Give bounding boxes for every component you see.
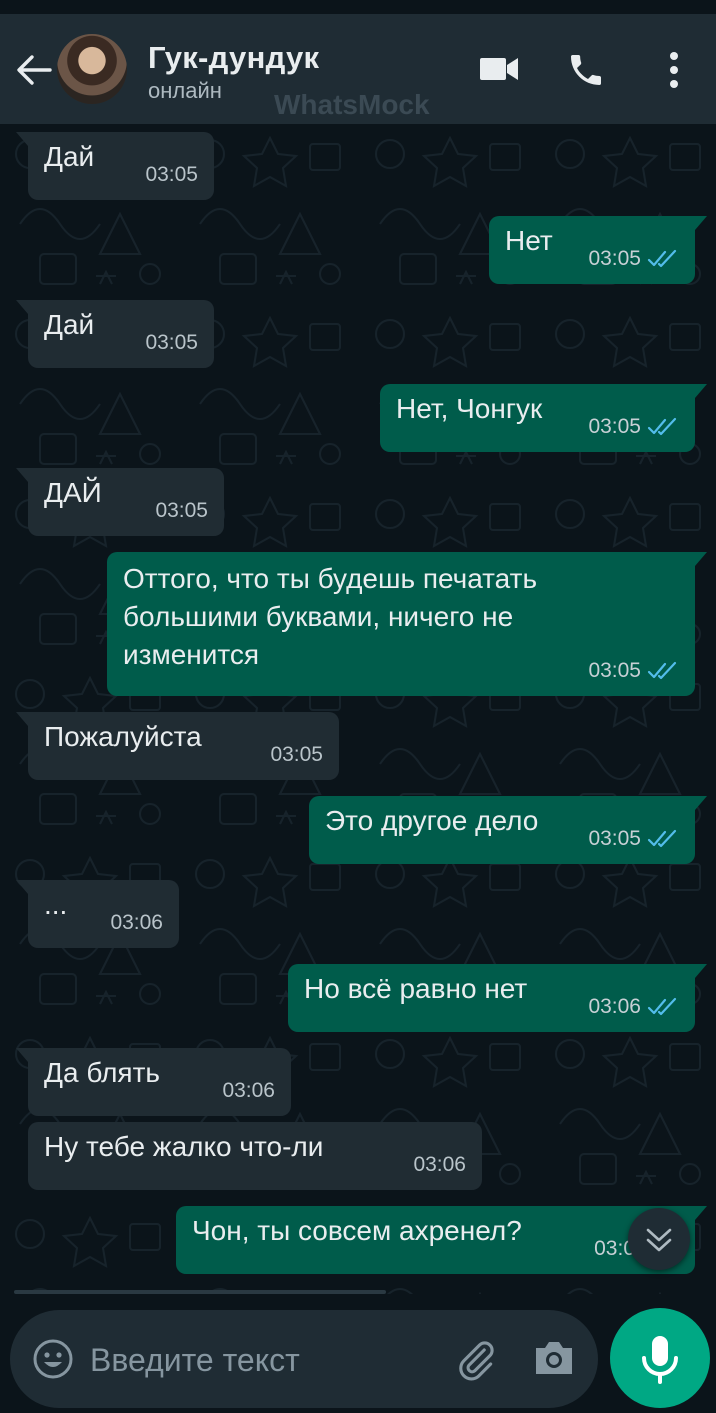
status-bar bbox=[0, 0, 716, 14]
message-time: 03:05 bbox=[588, 827, 641, 850]
message-meta: 03:05 bbox=[588, 652, 679, 690]
message-meta: 03:05 bbox=[145, 324, 198, 362]
message-meta: 03:06 bbox=[588, 988, 679, 1026]
chevron-double-down-icon bbox=[646, 1228, 672, 1252]
read-ticks-icon bbox=[647, 661, 677, 680]
message-composer bbox=[10, 1310, 598, 1408]
emoji-button[interactable] bbox=[32, 1338, 74, 1385]
chat-area[interactable]: Дай 03:05 Нет 03:05 Дай 03:05 Нет, Чонгу… bbox=[0, 124, 716, 1294]
call-button[interactable] bbox=[566, 50, 606, 95]
message-meta: 03:05 bbox=[155, 492, 208, 530]
arrow-left-icon bbox=[17, 55, 52, 85]
read-ticks-icon bbox=[647, 997, 677, 1016]
message-incoming[interactable]: Пожалуйста 03:05 bbox=[16, 712, 339, 780]
message-meta: 03:05 bbox=[588, 240, 679, 278]
menu-button[interactable] bbox=[662, 50, 686, 95]
message-text: Ну тебе жалко что-ли bbox=[44, 1131, 324, 1162]
camera-icon bbox=[536, 1342, 572, 1374]
video-call-button[interactable] bbox=[478, 54, 520, 89]
read-ticks-icon bbox=[647, 249, 677, 268]
paperclip-icon bbox=[459, 1341, 494, 1381]
message-incoming[interactable]: Да блять 03:06 bbox=[16, 1048, 291, 1116]
message-outgoing[interactable]: Но всё равно нет 03:06 bbox=[288, 964, 707, 1032]
read-ticks-icon bbox=[647, 829, 677, 848]
contact-status: онлайн bbox=[148, 78, 222, 103]
divider bbox=[14, 1290, 386, 1294]
message-time: 03:06 bbox=[413, 1153, 466, 1176]
message-meta: 03:05 bbox=[145, 156, 198, 194]
more-vert-icon bbox=[670, 52, 678, 88]
message-meta: 03:06 bbox=[413, 1146, 466, 1184]
watermark: WhatsMock bbox=[274, 89, 430, 120]
message-incoming[interactable]: ... 03:06 bbox=[16, 880, 179, 948]
message-time: 03:06 bbox=[110, 911, 163, 934]
message-meta: 03:05 bbox=[588, 408, 679, 446]
message-incoming[interactable]: Дай 03:05 bbox=[16, 132, 214, 200]
message-input[interactable] bbox=[88, 1334, 422, 1386]
phone-icon bbox=[571, 55, 601, 85]
message-time: 03:05 bbox=[588, 415, 641, 438]
message-incoming[interactable]: Дай 03:05 bbox=[16, 300, 214, 368]
message-outgoing[interactable]: Нет 03:05 bbox=[489, 216, 707, 284]
message-time: 03:06 bbox=[222, 1079, 275, 1102]
message-meta: 03:06 bbox=[222, 1072, 275, 1110]
message-outgoing[interactable]: Чон, ты совсем ахренел? 03:0 bbox=[176, 1206, 707, 1274]
message-time: 03:05 bbox=[145, 331, 198, 354]
attach-button[interactable] bbox=[454, 1338, 498, 1387]
mic-icon bbox=[642, 1336, 678, 1384]
message-outgoing[interactable]: Это другое дело 03:05 bbox=[309, 796, 707, 864]
message-time: 03:05 bbox=[145, 163, 198, 186]
message-meta: 03:05 bbox=[270, 736, 323, 774]
message-time: 03:05 bbox=[588, 659, 641, 682]
video-call-icon bbox=[480, 58, 518, 80]
message-time: 03:05 bbox=[588, 247, 641, 270]
message-outgoing[interactable]: Нет, Чонгук 03:05 bbox=[380, 384, 707, 452]
chat-header: Гук-дундук онлайн WhatsMock bbox=[0, 14, 716, 124]
voice-message-button[interactable] bbox=[610, 1308, 710, 1408]
message-meta: 03:06 bbox=[110, 904, 163, 942]
message-time: 03:06 bbox=[588, 995, 641, 1018]
message-time: 03:05 bbox=[155, 499, 208, 522]
read-ticks-icon bbox=[647, 417, 677, 436]
camera-button[interactable] bbox=[532, 1338, 576, 1383]
message-meta: 03:05 bbox=[588, 820, 679, 858]
contact-name[interactable]: Гук-дундук bbox=[148, 40, 319, 76]
message-incoming[interactable]: ДАЙ 03:05 bbox=[16, 468, 224, 536]
scroll-to-bottom-button[interactable] bbox=[628, 1208, 690, 1270]
message-incoming[interactable]: Ну тебе жалко что-ли 03:06 bbox=[28, 1122, 482, 1190]
message-outgoing[interactable]: Оттого, что ты будешь печатать большими … bbox=[107, 552, 707, 696]
emoji-icon bbox=[33, 1339, 73, 1379]
back-button[interactable] bbox=[14, 52, 54, 88]
avatar[interactable] bbox=[57, 34, 127, 104]
message-time: 03:05 bbox=[270, 743, 323, 766]
